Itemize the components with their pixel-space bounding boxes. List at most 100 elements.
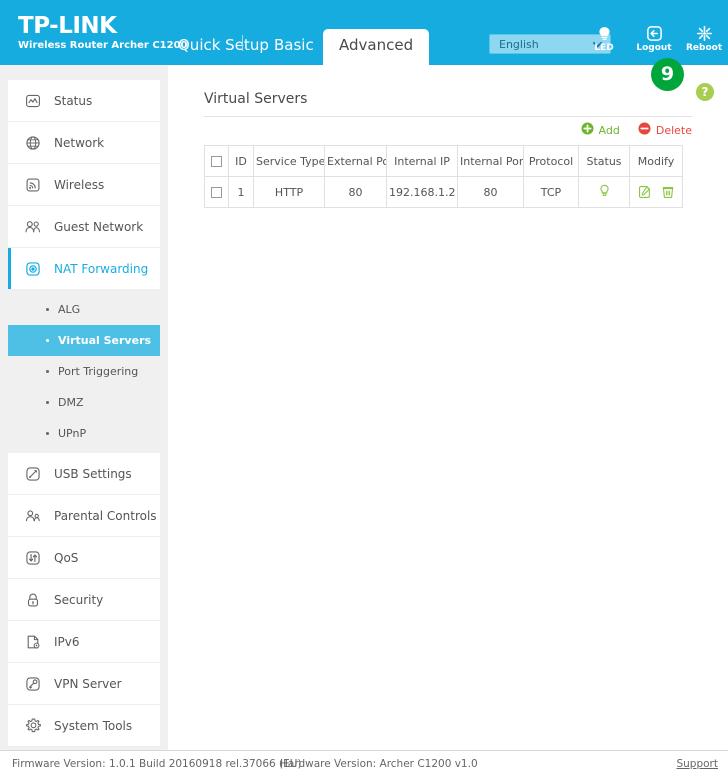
title-divider <box>204 116 692 117</box>
minus-circle-icon <box>638 122 651 138</box>
reboot-button[interactable]: Reboot <box>686 25 722 53</box>
page-footer: Firmware Version: 1.0.1 Build 20160918 r… <box>0 750 728 777</box>
bullet-icon <box>46 432 49 435</box>
tab-quick-setup[interactable]: Quick Setup <box>168 30 279 65</box>
submenu-item-virtual-servers[interactable]: Virtual Servers <box>8 325 160 356</box>
column-header-internal-ip: Internal IP <box>386 145 458 177</box>
tab-advanced[interactable]: Advanced <box>323 29 430 65</box>
sidebar-item-security[interactable]: Security <box>8 579 160 621</box>
submenu-item-upnp[interactable]: UPnP <box>8 418 160 449</box>
column-header-modify: Modify <box>629 145 683 177</box>
led-icon <box>586 25 622 42</box>
virtual-servers-table: ID Service Type External Port Internal I… <box>204 145 683 208</box>
app-header: TP-LINK Wireless Router Archer C1200 Qui… <box>0 0 728 65</box>
sidebar-item-system-tools[interactable]: System Tools <box>8 705 160 747</box>
sidebar-item-nat-forwarding[interactable]: NAT Forwarding <box>8 248 160 290</box>
lock-icon <box>22 592 44 608</box>
brand-model: Wireless Router Archer C1200 <box>18 40 188 51</box>
submenu-item-port-triggering[interactable]: Port Triggering <box>8 356 160 387</box>
add-button[interactable]: Add <box>581 122 620 138</box>
edit-icon[interactable] <box>638 185 652 199</box>
sidebar-item-parental-controls[interactable]: Parental Controls <box>8 495 160 537</box>
submenu-item-label: Virtual Servers <box>58 334 152 347</box>
delete-trash-icon[interactable] <box>661 185 675 199</box>
submenu-item-label: UPnP <box>58 427 87 440</box>
header-actions: LED Logout Reboot <box>586 25 722 53</box>
led-label: LED <box>594 43 614 53</box>
nat-forwarding-icon <box>22 261 44 277</box>
bullet-icon <box>46 339 49 342</box>
sidebar-item-label: System Tools <box>54 718 133 733</box>
sidebar-item-wireless[interactable]: Wireless <box>8 164 160 206</box>
submenu-item-alg[interactable]: ALG <box>8 294 160 325</box>
bullet-icon <box>46 370 49 373</box>
main-content: Virtual Servers Add Delete ID Service Ty… <box>168 65 728 750</box>
bullet-icon <box>46 401 49 404</box>
parental-controls-icon <box>22 508 44 524</box>
logout-button[interactable]: Logout <box>636 25 672 53</box>
row-checkbox[interactable] <box>211 187 222 198</box>
language-value: English <box>499 38 539 51</box>
sidebar-item-label: Security <box>54 592 104 607</box>
led-button[interactable]: LED <box>586 25 622 53</box>
sidebar-item-vpn-server[interactable]: VPN Server <box>8 663 160 705</box>
sidebar-item-label: VPN Server <box>54 676 122 691</box>
column-header-protocol: Protocol <box>523 145 579 177</box>
cell-internal-port: 80 <box>457 176 524 208</box>
sidebar-item-label: IPv6 <box>54 634 80 649</box>
submenu-item-label: DMZ <box>58 396 84 409</box>
brand: TP-LINK Wireless Router Archer C1200 <box>18 13 188 53</box>
submenu-item-label: ALG <box>58 303 81 316</box>
cell-protocol: TCP <box>523 176 579 208</box>
table-row: 1 HTTP 80 192.168.1.2 80 TCP <box>204 176 683 208</box>
sidebar-item-label: USB Settings <box>54 466 132 481</box>
sidebar-item-ipv6[interactable]: IPv6 <box>8 621 160 663</box>
table-actions: Add Delete <box>581 122 692 138</box>
support-link[interactable]: Support <box>676 758 718 770</box>
sidebar-item-status[interactable]: Status <box>8 80 160 122</box>
sidebar-item-network[interactable]: Network <box>8 122 160 164</box>
brand-logo: TP-LINK <box>18 13 117 39</box>
sidebar-item-guest-network[interactable]: Guest Network <box>8 206 160 248</box>
help-button[interactable]: ? <box>696 83 714 101</box>
column-header-id: ID <box>228 145 254 177</box>
logout-icon <box>636 25 672 42</box>
sidebar-item-label: NAT Forwarding <box>54 261 149 276</box>
cell-internal-ip: 192.168.1.2 <box>386 176 458 208</box>
ipv6-document-icon <box>22 634 44 650</box>
sidebar-item-label: Status <box>54 93 93 108</box>
tab-basic[interactable]: Basic <box>264 30 324 65</box>
cell-external-port: 80 <box>324 176 387 208</box>
firmware-version: Firmware Version: 1.0.1 Build 20160918 r… <box>12 758 302 770</box>
vpn-key-icon <box>22 676 44 692</box>
add-label: Add <box>598 123 620 137</box>
sidebar-item-usb-settings[interactable]: USB Settings <box>8 453 160 495</box>
cell-service-type: HTTP <box>253 176 325 208</box>
submenu-item-dmz[interactable]: DMZ <box>8 387 160 418</box>
sidebar-item-label: Parental Controls <box>54 508 157 523</box>
page-title: Virtual Servers <box>204 91 308 107</box>
cell-id: 1 <box>228 176 254 208</box>
reboot-icon <box>686 25 722 42</box>
reboot-label: Reboot <box>686 43 723 53</box>
wireless-signal-icon <box>22 177 44 193</box>
guest-users-icon <box>22 219 44 235</box>
nat-forwarding-submenu: ALG Virtual Servers Port Triggering DMZ … <box>8 290 160 453</box>
hardware-version: Hardware Version: Archer C1200 v1.0 <box>280 758 478 770</box>
globe-icon <box>22 135 44 151</box>
column-header-service-type: Service Type <box>253 145 325 177</box>
plus-circle-icon <box>581 122 594 138</box>
select-all-checkbox[interactable] <box>211 156 222 167</box>
gear-icon <box>22 717 44 734</box>
delete-button[interactable]: Delete <box>638 122 692 138</box>
sidebar-item-label: Guest Network <box>54 219 144 234</box>
sidebar-item-label: Network <box>54 135 105 150</box>
cell-modify <box>629 176 683 208</box>
usb-icon <box>22 466 44 482</box>
sidebar-item-qos[interactable]: QoS <box>8 537 160 579</box>
select-all-header <box>204 145 229 177</box>
column-header-external-port: External Port <box>324 145 387 177</box>
qos-arrows-icon <box>22 550 44 566</box>
bulb-icon[interactable] <box>597 184 612 201</box>
column-header-status: Status <box>578 145 630 177</box>
